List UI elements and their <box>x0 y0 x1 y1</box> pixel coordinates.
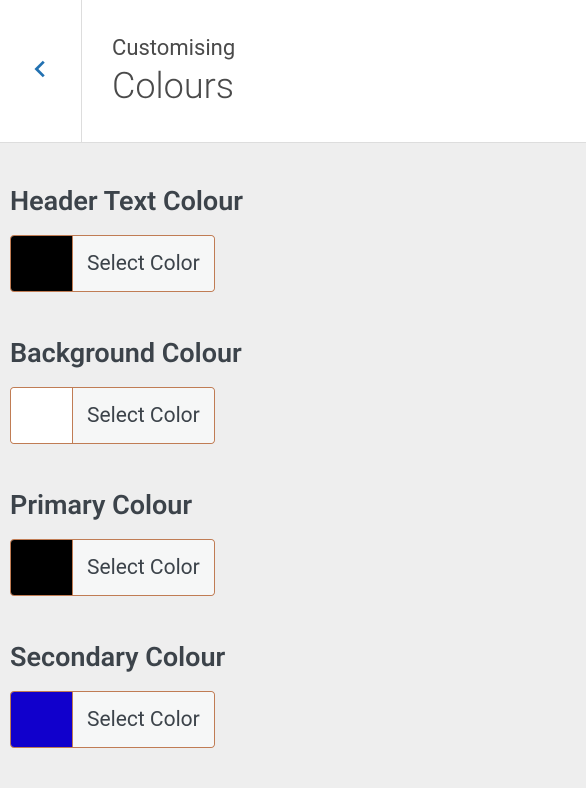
control-label: Secondary Colour <box>10 641 576 673</box>
control-header-text-colour: Header Text Colour Select Color <box>10 185 576 295</box>
back-button[interactable] <box>0 0 82 142</box>
color-swatch[interactable] <box>11 388 73 443</box>
color-picker[interactable]: Select Color <box>10 235 215 292</box>
control-label: Header Text Colour <box>10 185 576 217</box>
header-titles: Customising Colours <box>82 0 235 142</box>
control-label: Background Colour <box>10 337 576 369</box>
select-color-button[interactable]: Select Color <box>73 388 214 443</box>
color-picker[interactable]: Select Color <box>10 539 215 596</box>
color-picker[interactable]: Select Color <box>10 691 215 748</box>
chevron-left-icon <box>30 58 52 84</box>
breadcrumb: Customising <box>112 36 235 61</box>
select-color-button[interactable]: Select Color <box>73 540 214 595</box>
color-swatch[interactable] <box>11 540 73 595</box>
color-swatch[interactable] <box>11 236 73 291</box>
color-picker[interactable]: Select Color <box>10 387 215 444</box>
color-swatch[interactable] <box>11 692 73 747</box>
control-primary-colour: Primary Colour Select Color <box>10 489 576 599</box>
control-secondary-colour: Secondary Colour Select Color <box>10 641 576 751</box>
select-color-button[interactable]: Select Color <box>73 692 214 747</box>
customizer-header: Customising Colours <box>0 0 586 143</box>
controls-panel: Header Text Colour Select Color Backgrou… <box>0 185 586 751</box>
select-color-button[interactable]: Select Color <box>73 236 214 291</box>
control-label: Primary Colour <box>10 489 576 521</box>
control-background-colour: Background Colour Select Color <box>10 337 576 447</box>
page-title: Colours <box>112 65 235 107</box>
